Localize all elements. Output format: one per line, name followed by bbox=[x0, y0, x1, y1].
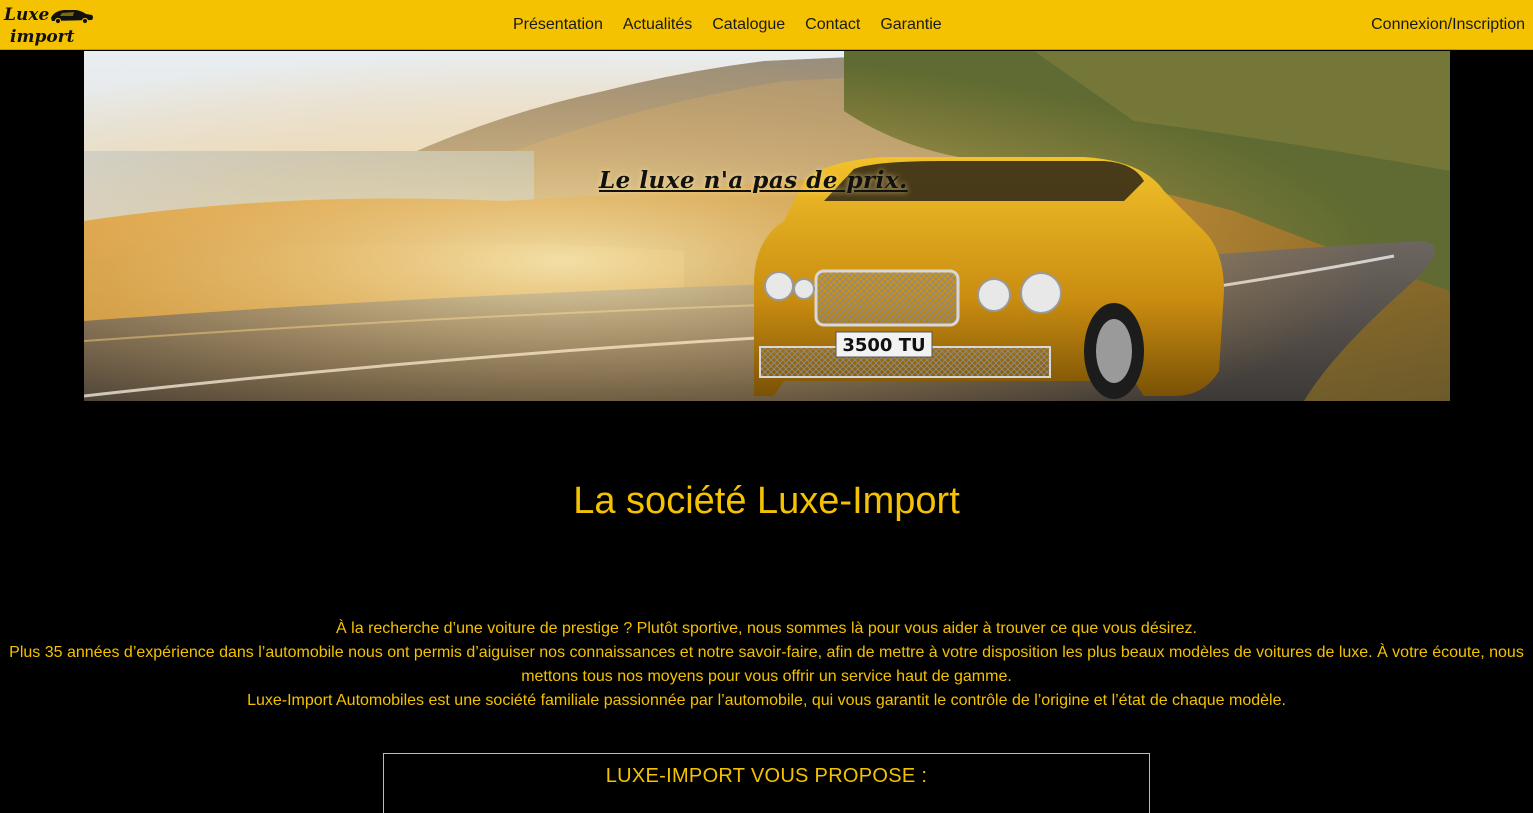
svg-text:import: import bbox=[10, 27, 75, 47]
main-nav: Présentation Actualités Catalogue Contac… bbox=[503, 0, 952, 50]
nav-item-garantie[interactable]: Garantie bbox=[870, 0, 951, 50]
site-logo[interactable]: Luxe import bbox=[2, 1, 94, 48]
offer-title: LUXE-IMPORT VOUS PROPOSE : bbox=[605, 765, 928, 787]
svg-text:3500 TU: 3500 TU bbox=[842, 335, 925, 356]
nav-item-actualites[interactable]: Actualités bbox=[613, 0, 702, 50]
nav-item-catalogue[interactable]: Catalogue bbox=[702, 0, 795, 50]
page-title: La société Luxe-Import bbox=[573, 480, 960, 522]
nav-item-contact[interactable]: Contact bbox=[795, 0, 870, 50]
intro-paragraph: Luxe-Import Automobiles est une société … bbox=[247, 692, 1286, 709]
intro-paragraph: À la recherche d’une voiture de prestige… bbox=[336, 620, 1197, 637]
svg-text:Luxe: Luxe bbox=[3, 5, 49, 25]
hero-banner: 3500 TU Le luxe n'a pas de prix. bbox=[84, 51, 1450, 401]
offer-box: LUXE-IMPORT VOUS PROPOSE : bbox=[383, 753, 1150, 813]
hero-slogan: Le luxe n'a pas de prix. bbox=[599, 167, 908, 194]
login-register-link[interactable]: Connexion/Inscription bbox=[1371, 0, 1525, 50]
top-navbar: Luxe import Présentation Actualités Cata… bbox=[0, 0, 1533, 50]
car-logo-icon: Luxe import bbox=[3, 5, 93, 47]
hero-car-image: 3500 TU bbox=[84, 51, 1450, 401]
nav-item-presentation[interactable]: Présentation bbox=[503, 0, 613, 50]
intro-paragraph: Plus 35 années d’expérience dans l’autom… bbox=[9, 644, 1524, 685]
intro-text: À la recherche d’une voiture de prestige… bbox=[0, 617, 1533, 713]
